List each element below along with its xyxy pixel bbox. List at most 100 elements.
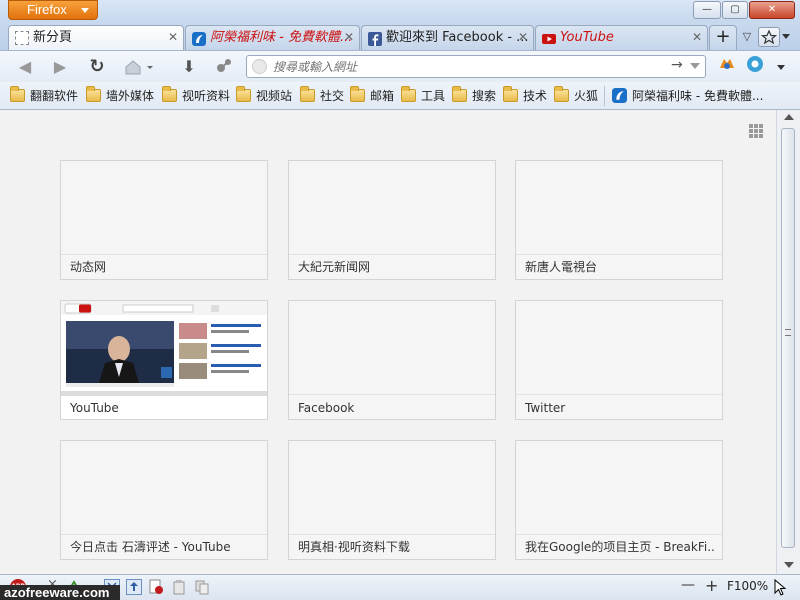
list-all-tabs-button[interactable]: ▽ bbox=[739, 30, 755, 46]
site-tile[interactable]: 动态网 bbox=[60, 160, 268, 280]
site-tile[interactable]: 新唐人電視台 bbox=[515, 160, 723, 280]
zoom-out-button[interactable]: — bbox=[681, 577, 695, 593]
folder-icon bbox=[554, 86, 569, 102]
folder-icon bbox=[350, 86, 365, 102]
folder-icon bbox=[452, 86, 467, 102]
tab-title: 阿榮福利味 - 免費軟體... bbox=[210, 30, 353, 45]
addon-toolbar-icon[interactable] bbox=[211, 54, 237, 80]
close-tab-icon[interactable]: ✕ bbox=[692, 26, 702, 49]
tab-bar: 新分頁 ✕ 阿榮福利味 - 免費軟體... ✕ 歡迎來到 Facebook - … bbox=[0, 22, 800, 50]
scroll-up-icon[interactable] bbox=[784, 114, 794, 120]
bookmark-folder[interactable]: 翻翻软件 bbox=[10, 86, 78, 105]
site-tile[interactable]: 我在Google的项目主页 - BreakFi... bbox=[515, 440, 723, 560]
bookmark-label: 搜索 bbox=[472, 89, 497, 103]
bookmark-label: 视频站 bbox=[256, 89, 293, 103]
thumb-grip-icon bbox=[785, 329, 791, 336]
azofreeware-icon bbox=[192, 31, 206, 46]
tile-divider bbox=[289, 254, 495, 255]
new-tab-page: 动态网 大紀元新闻网 新唐人電視台 YouTube Facebook Twitt… bbox=[0, 110, 776, 574]
folder-icon bbox=[503, 86, 518, 102]
bookmark-folder[interactable]: 视频站 bbox=[236, 86, 293, 105]
tab-groups-button[interactable] bbox=[758, 27, 780, 47]
site-tile[interactable]: Twitter bbox=[515, 300, 723, 420]
grid-toggle-icon[interactable] bbox=[748, 124, 764, 138]
folder-icon bbox=[86, 86, 101, 102]
tile-title: Facebook bbox=[298, 401, 355, 415]
tile-title: 大紀元新闻网 bbox=[298, 260, 371, 274]
reload-button[interactable]: ↻ bbox=[84, 54, 110, 80]
site-tile-youtube[interactable]: YouTube bbox=[60, 300, 268, 420]
forward-button[interactable]: ▶ bbox=[47, 54, 73, 80]
sync-addon-icon[interactable] bbox=[742, 54, 768, 80]
vertical-scrollbar[interactable] bbox=[776, 110, 800, 574]
tile-divider bbox=[289, 394, 495, 395]
folder-icon bbox=[162, 86, 177, 102]
bookmark-folder[interactable]: 墙外媒体 bbox=[86, 86, 154, 105]
tab-title: 歡迎來到 Facebook - ... bbox=[386, 30, 529, 45]
clipboard-icon[interactable] bbox=[171, 579, 187, 595]
bookmark-folder[interactable]: 邮箱 bbox=[350, 86, 394, 105]
copy-pages-icon[interactable] bbox=[194, 579, 210, 595]
address-bar[interactable]: → bbox=[246, 55, 706, 78]
back-button[interactable]: ◀ bbox=[12, 54, 38, 80]
site-identity-icon bbox=[252, 59, 267, 74]
page-blocker-icon[interactable] bbox=[148, 579, 164, 595]
fox-addon-icon[interactable] bbox=[714, 54, 740, 80]
cursor-icon bbox=[772, 578, 790, 596]
close-tab-icon[interactable]: ✕ bbox=[344, 26, 354, 49]
maximize-button[interactable]: ▢ bbox=[722, 1, 748, 19]
youtube-icon bbox=[542, 31, 556, 45]
zoom-in-button[interactable]: + bbox=[705, 576, 718, 595]
bookmark-folder[interactable]: 社交 bbox=[300, 86, 345, 105]
bookmark-folder[interactable]: 技术 bbox=[503, 86, 548, 105]
chevron-down-icon[interactable] bbox=[777, 65, 785, 70]
bookmark-folder[interactable]: 搜索 bbox=[452, 86, 497, 105]
scroll-down-icon[interactable] bbox=[784, 562, 794, 568]
bookmark-label: 技术 bbox=[523, 89, 548, 103]
tile-title: 我在Google的项目主页 - BreakFi... bbox=[525, 540, 715, 554]
close-tab-icon[interactable]: ✕ bbox=[168, 26, 178, 49]
minimize-button[interactable]: — bbox=[693, 1, 721, 19]
bookmark-folder[interactable]: 工具 bbox=[401, 86, 445, 105]
zoom-level[interactable]: F100% bbox=[727, 579, 768, 593]
site-tile[interactable]: Facebook bbox=[288, 300, 496, 420]
azofreeware-icon bbox=[612, 88, 627, 108]
upload-addon-icon[interactable] bbox=[126, 579, 142, 595]
site-tile[interactable]: 明真相·视听资料下载 bbox=[288, 440, 496, 560]
tab-youtube[interactable]: YouTube ✕ bbox=[535, 25, 708, 50]
tab-new-tab[interactable]: 新分頁 ✕ bbox=[8, 25, 184, 50]
chevron-down-icon[interactable] bbox=[782, 34, 790, 39]
go-button[interactable]: → bbox=[671, 57, 683, 73]
youtube-thumbnail bbox=[61, 301, 267, 396]
folder-icon bbox=[401, 86, 416, 102]
bookmark-link[interactable]: 阿榮福利味 - 免費軟體... bbox=[612, 87, 763, 105]
close-window-button[interactable]: ✕ bbox=[749, 1, 795, 19]
firefox-menu-button[interactable]: Firefox bbox=[8, 0, 98, 20]
tile-divider bbox=[516, 534, 722, 535]
site-tile[interactable]: 今日点击 石濤评述 - YouTube bbox=[60, 440, 268, 560]
facebook-icon bbox=[368, 31, 382, 46]
close-tab-icon[interactable]: ✕ bbox=[518, 26, 528, 49]
tab-title: 新分頁 bbox=[33, 30, 73, 45]
navigation-toolbar: ◀ ▶ ↻ ⬇ → bbox=[0, 50, 800, 82]
tile-divider bbox=[516, 394, 722, 395]
tab-azofreeware[interactable]: 阿榮福利味 - 免費軟體... ✕ bbox=[185, 25, 360, 50]
download-button[interactable]: ⬇ bbox=[176, 54, 202, 80]
bookmark-label: 视听资料 bbox=[182, 89, 231, 103]
bookmark-folder[interactable]: 视听资料 bbox=[162, 86, 231, 105]
bookmark-folder[interactable]: 火狐 bbox=[554, 86, 599, 105]
tile-title: YouTube bbox=[70, 401, 119, 415]
tile-title: 明真相·视听资料下载 bbox=[298, 540, 410, 554]
tab-facebook[interactable]: 歡迎來到 Facebook - ... ✕ bbox=[361, 25, 534, 50]
site-tile[interactable]: 大紀元新闻网 bbox=[288, 160, 496, 280]
folder-icon bbox=[10, 86, 25, 102]
addon-bar: ABP × — + F100% bbox=[0, 574, 800, 600]
bookmark-label: 社交 bbox=[320, 89, 345, 103]
url-input[interactable] bbox=[273, 58, 653, 75]
url-history-dropdown-icon[interactable] bbox=[690, 63, 700, 69]
bookmark-label: 火狐 bbox=[574, 89, 599, 103]
scrollbar-thumb[interactable] bbox=[781, 128, 795, 548]
tile-title: Twitter bbox=[525, 401, 566, 415]
new-tab-button[interactable]: + bbox=[709, 25, 737, 50]
home-button[interactable] bbox=[118, 54, 158, 80]
